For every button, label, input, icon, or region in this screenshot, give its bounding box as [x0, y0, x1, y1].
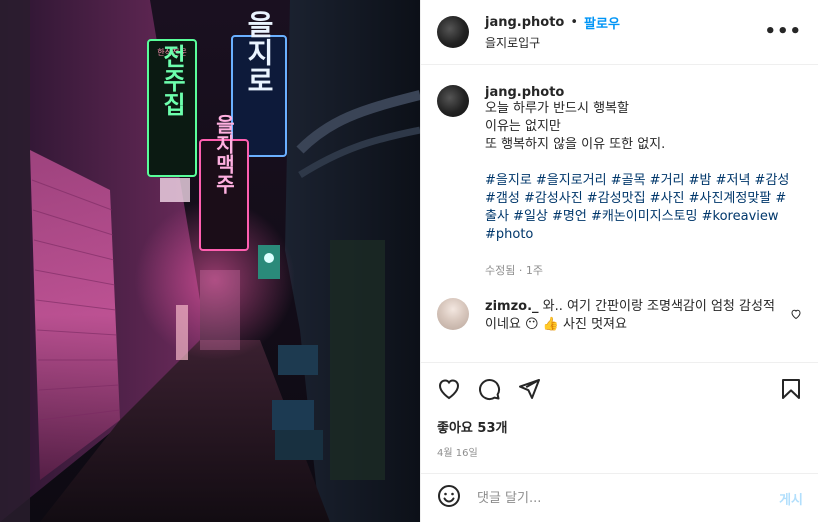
add-comment-bar: 게시	[421, 473, 818, 522]
commenter-avatar[interactable]	[437, 298, 469, 330]
caption-meta: 수정됨 · 1주	[485, 264, 543, 277]
green-sign-text: 전주집	[158, 44, 186, 116]
post-date[interactable]: 4월 16일	[437, 444, 803, 459]
separator-dot: •	[570, 15, 579, 30]
comments-section: jang.photo 오늘 하루가 반드시 행복할 이유는 없지만 또 행복하지…	[421, 65, 818, 361]
save-bookmark-icon[interactable]	[779, 377, 803, 401]
more-options-icon[interactable]: •••	[764, 23, 802, 41]
author-username[interactable]: jang.photo	[485, 15, 564, 30]
instagram-post: 한식전문 전주집 을지로 을지맥주 jang.photo • 팔로우 을지로입구…	[0, 0, 818, 522]
author-row: jang.photo • 팔로우	[485, 13, 620, 32]
comment-input[interactable]	[477, 490, 780, 506]
caption-username[interactable]: jang.photo	[485, 85, 802, 100]
caption-body: jang.photo 오늘 하루가 반드시 행복할 이유는 없지만 또 행복하지…	[485, 85, 802, 278]
post-header: jang.photo • 팔로우 을지로입구 •••	[421, 0, 818, 65]
commenter-username[interactable]: zimzo._	[485, 299, 539, 314]
comment-item: zimzo._ 와.. 여기 간판이랑 조명색감이 엄청 감성적이네요 😶 👍 …	[437, 298, 802, 334]
caption-line: 이유는 없지만	[485, 119, 561, 134]
blue-sign-text: 을지로	[243, 10, 276, 94]
caption-line: 또 행복하지 않을 이유 또한 없지.	[485, 137, 666, 152]
caption: jang.photo 오늘 하루가 반드시 행복할 이유는 없지만 또 행복하지…	[437, 85, 802, 278]
alley-night-photo: 한식전문 전주집 을지로 을지맥주	[0, 0, 420, 522]
post-photo[interactable]: 한식전문 전주집 을지로 을지맥주	[0, 0, 420, 522]
comment-bubble-icon[interactable]	[477, 377, 501, 401]
author-info: jang.photo • 팔로우 을지로입구	[485, 13, 620, 51]
post-side-panel: jang.photo • 팔로우 을지로입구 ••• jang.photo 오늘…	[420, 0, 818, 522]
location-link[interactable]: 을지로입구	[485, 34, 620, 51]
comment-like-icon[interactable]	[790, 308, 802, 334]
action-bar: 좋아요 53개 4월 16일	[421, 362, 818, 459]
hashtags[interactable]: #을지로 #을지로거리 #골목 #거리 #밤 #저녁 #감성 #갬성 #감성사진…	[485, 172, 802, 244]
caption-avatar[interactable]	[437, 85, 469, 117]
follow-button[interactable]: 팔로우	[584, 13, 620, 32]
post-comment-button[interactable]: 게시	[779, 489, 803, 508]
like-heart-icon[interactable]	[437, 377, 461, 401]
action-icons	[437, 363, 803, 415]
caption-line: 오늘 하루가 반드시 행복할	[485, 101, 629, 116]
comment-body: zimzo._ 와.. 여기 간판이랑 조명색감이 엄청 감성적이네요 😶 👍 …	[485, 298, 779, 334]
share-paper-plane-icon[interactable]	[517, 377, 541, 401]
likes-count[interactable]: 좋아요 53개	[437, 417, 803, 436]
author-avatar[interactable]	[437, 16, 469, 48]
emoji-icon[interactable]	[437, 484, 461, 512]
pink-sign-text: 을지맥주	[212, 114, 236, 194]
